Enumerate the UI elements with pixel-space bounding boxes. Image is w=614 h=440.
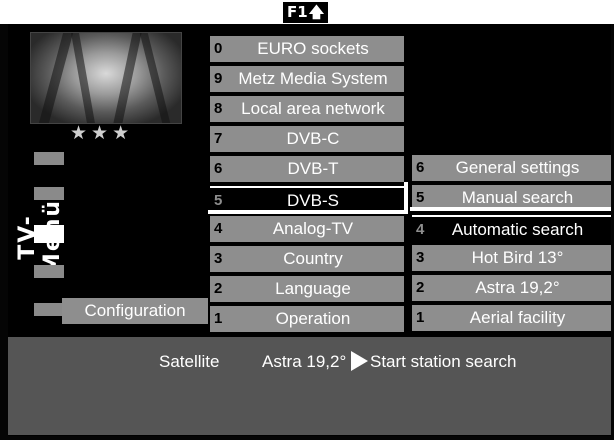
f1-key-label: F1	[287, 3, 308, 21]
menu-item-number: 7	[214, 130, 223, 147]
menu-item-label: Language	[275, 279, 351, 298]
submenu-item-number: 4	[416, 221, 425, 238]
submenu-item-label: Automatic search	[451, 220, 584, 239]
menu-item-number: 2	[214, 280, 223, 297]
submenu-item-number: 3	[416, 249, 425, 266]
f1-key[interactable]: F1 🡅	[283, 2, 329, 23]
submenu-item[interactable]: 1 Aerial facility	[412, 305, 611, 331]
arrow-up-icon: 🡅	[308, 3, 325, 21]
submenu-item[interactable]: 3 Hot Bird 13°	[412, 245, 611, 271]
submenu-item-number: 1	[416, 309, 425, 326]
selected-category-label[interactable]: Configuration	[62, 298, 208, 324]
selection-underline	[208, 210, 404, 214]
menu-item-number: 3	[214, 250, 223, 267]
menu-item-number: 4	[214, 220, 223, 237]
status-value: Astra 19,2°	[262, 352, 347, 371]
preview-thumbnail	[30, 32, 182, 124]
menu-item-label: EURO sockets	[257, 39, 369, 58]
submenu-item[interactable]: 2 Astra 19,2°	[412, 275, 611, 301]
menu-item-number: 0	[214, 40, 223, 57]
submenu-item-number: 6	[416, 159, 425, 176]
menu-item[interactable]: 7 DVB-C	[210, 126, 404, 152]
menu-item[interactable]: 9 Metz Media System	[210, 66, 404, 92]
category-swatch[interactable]	[34, 265, 64, 278]
submenu-item[interactable]: 6 General settings	[412, 155, 611, 181]
menu-item[interactable]: 2 Language	[210, 276, 404, 302]
menu-item[interactable]: 4 Analog-TV	[210, 216, 404, 242]
category-swatch[interactable]	[34, 187, 64, 200]
menu-item-label: Country	[283, 249, 343, 268]
menu-item-label: DVB-T	[287, 159, 339, 178]
submenu-item-label: Hot Bird 13°	[471, 248, 564, 267]
status-action: Start station search	[370, 352, 517, 371]
menu-item[interactable]: 6 DVB-T	[210, 156, 404, 182]
submenu-item-label: Astra 19,2°	[475, 278, 560, 297]
menu-item[interactable]: 8 Local area network	[210, 96, 404, 122]
status-label: Satellite	[159, 352, 220, 371]
menu-item[interactable]: 1 Operation	[210, 306, 404, 332]
submenu-item-label: Aerial facility	[469, 308, 566, 327]
menu-item-number: 8	[214, 100, 223, 117]
submenu-item-number: 2	[416, 279, 425, 296]
menu-item-label: Operation	[275, 309, 351, 328]
play-icon	[351, 351, 368, 371]
menu-item-label: DVB-C	[286, 129, 340, 148]
top-bar: F1 🡅	[0, 0, 614, 24]
tv-screen: F1 🡅 ★★★ TV-Menü Configuration 0 EURO soc…	[0, 0, 614, 440]
category-swatch-active[interactable]	[34, 225, 64, 243]
menu-item-label: Local area network	[241, 99, 385, 118]
submenu-item-label: General settings	[455, 158, 580, 177]
submenu-selection-underline	[410, 207, 611, 211]
submenu-item[interactable]: 4 Automatic search	[412, 215, 611, 243]
category-swatch[interactable]	[34, 152, 64, 165]
menu-item[interactable]: 3 Country	[210, 246, 404, 272]
menu-item-number: 9	[214, 70, 223, 87]
menu-item-number: 1	[214, 310, 223, 327]
menu-item-label: Analog-TV	[272, 219, 354, 238]
menu-item-label: Metz Media System	[238, 69, 388, 88]
menu-item-number: 6	[214, 160, 223, 177]
menu-item[interactable]: 0 EURO sockets	[210, 36, 404, 62]
category-swatch[interactable]	[34, 303, 64, 316]
selection-connector	[404, 182, 408, 214]
rating-stars: ★★★	[70, 122, 134, 144]
